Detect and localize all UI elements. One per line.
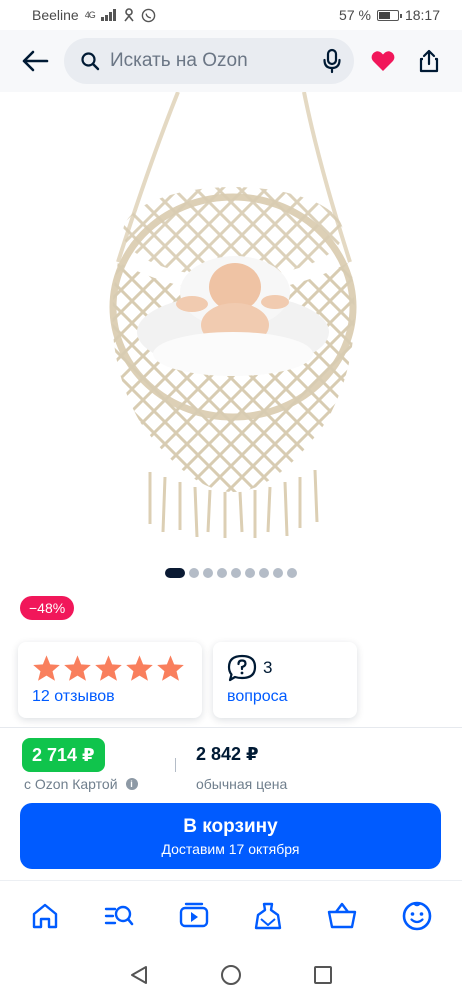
gallery-pagination [0, 568, 462, 578]
star-icon [95, 655, 122, 681]
questions-link[interactable]: вопроса [227, 688, 343, 706]
share-icon [419, 49, 439, 73]
nav-home[interactable] [25, 896, 65, 936]
star-icon [33, 655, 60, 681]
ozon-card-price: 2 714 ₽ [22, 738, 105, 772]
nav-cart[interactable] [322, 896, 362, 936]
product-gallery[interactable] [0, 91, 462, 582]
clock: 18:17 [404, 7, 440, 23]
bottom-navigation [0, 880, 462, 950]
back-button[interactable] [18, 44, 52, 78]
whatsapp-icon [141, 8, 156, 22]
arrow-left-icon [22, 50, 49, 72]
nav-profile[interactable] [397, 896, 437, 936]
pagination-dot[interactable] [273, 568, 283, 578]
system-navigation-bar [0, 950, 462, 1000]
delivery-date: Доставим 17 октября [161, 840, 300, 857]
star-icon [126, 655, 153, 681]
heart-icon [371, 51, 395, 71]
questions-count: 3 [263, 658, 273, 677]
price-bar: 2 714 ₽ с Ozon Картой i 2 842 ₽ обычная … [0, 727, 462, 880]
ozon-card-label-text: с Ozon Картой [24, 776, 118, 792]
signal-icon: 4G [84, 10, 96, 20]
battery-icon [376, 9, 402, 21]
nav-catalog[interactable] [99, 896, 139, 936]
product-image [109, 91, 357, 538]
pagination-dot[interactable] [217, 568, 227, 578]
search-input[interactable]: Искать на Ozon [64, 38, 354, 84]
microphone-icon[interactable] [322, 48, 342, 74]
pagination-dot[interactable] [203, 568, 213, 578]
home-circle-icon[interactable] [220, 964, 242, 986]
pagination-dot[interactable] [189, 568, 199, 578]
info-icon[interactable]: i [125, 778, 138, 790]
pagination-dot[interactable] [231, 568, 241, 578]
top-header: Искать на Ozon [0, 30, 462, 92]
pagination-dot[interactable] [245, 568, 255, 578]
catalog-search-icon [105, 905, 134, 925]
regular-price-label: обычная цена [196, 776, 288, 792]
pagination-dot-active[interactable] [165, 568, 185, 578]
notification-app-icon [124, 8, 134, 22]
search-icon [81, 52, 100, 71]
question-bubble-icon [227, 654, 257, 682]
video-icon [179, 902, 209, 927]
add-to-cart-label: В корзину [183, 815, 278, 837]
share-button[interactable] [412, 44, 446, 78]
regular-price: 2 842 ₽ [196, 744, 259, 764]
nav-video[interactable] [174, 896, 214, 936]
questions-card[interactable]: 3 вопроса [213, 642, 357, 718]
add-to-cart-button[interactable]: В корзину Доставим 17 октября [20, 803, 441, 869]
back-triangle-icon[interactable] [128, 964, 150, 986]
home-icon [32, 903, 58, 928]
favorite-button[interactable] [366, 44, 400, 78]
discount-badge: −48% [20, 596, 75, 620]
nav-fresh[interactable] [248, 896, 288, 936]
price-divider [175, 758, 176, 772]
battery-percent: 57 % [339, 7, 371, 23]
cart-basket-icon [328, 902, 357, 928]
pagination-dot[interactable] [259, 568, 269, 578]
fresh-icon [254, 902, 282, 929]
star-icon [157, 655, 184, 681]
reviews-card[interactable]: 12 отзывов [18, 642, 202, 718]
status-bar: Beeline 4G 57 % 18:17 [0, 0, 462, 30]
rating-stars [32, 652, 188, 684]
star-icon [64, 655, 91, 681]
signal-bars-icon [100, 9, 116, 21]
recents-square-icon[interactable] [312, 964, 334, 986]
reviews-link[interactable]: 12 отзывов [32, 688, 188, 706]
pagination-dot[interactable] [287, 568, 297, 578]
ozon-card-label: с Ozon Картой i [24, 776, 138, 792]
carrier-name: Beeline [32, 7, 79, 23]
search-placeholder: Искать на Ozon [110, 50, 248, 71]
profile-icon [402, 901, 432, 930]
